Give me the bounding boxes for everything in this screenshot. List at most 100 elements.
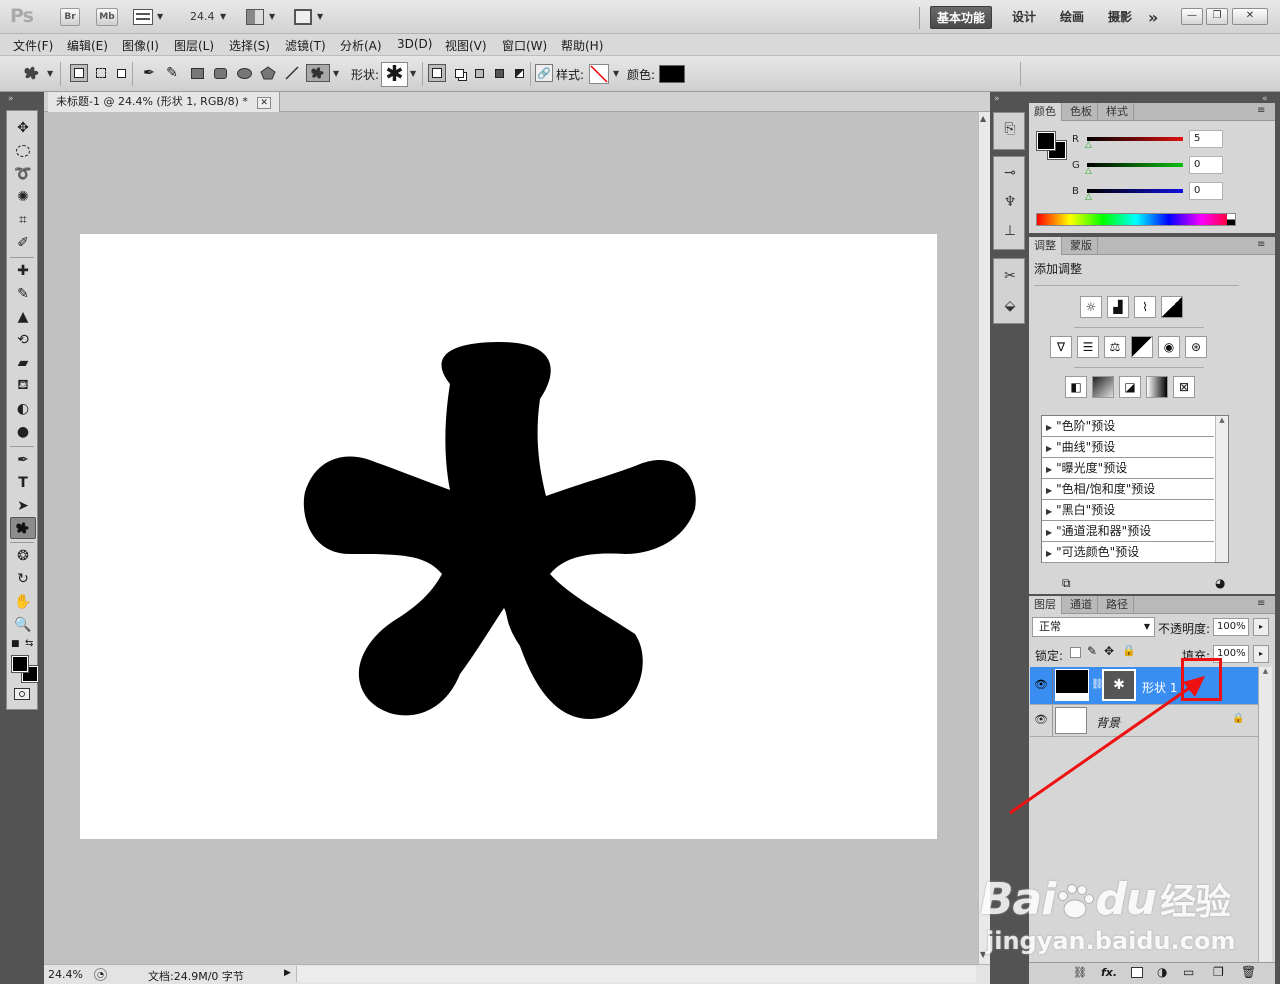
clip-to-layer-icon[interactable]: ⧉ (1062, 576, 1071, 591)
curves-icon[interactable]: ⌇ (1134, 296, 1156, 318)
healing-brush-icon[interactable]: ✚ (10, 260, 36, 282)
tab-channels[interactable]: 通道 (1065, 596, 1098, 614)
screen-mode-icon[interactable] (294, 9, 312, 25)
style-picker[interactable] (589, 64, 609, 84)
more-workspaces-icon[interactable]: » (1142, 6, 1164, 29)
rectangle-tool-icon[interactable] (188, 64, 206, 82)
vertical-scrollbar[interactable]: ▲ ▼ (978, 112, 990, 964)
slider-handle-icon[interactable]: △ (1085, 140, 1092, 150)
menu-select[interactable]: 选择(S) (229, 37, 270, 54)
workspace-essentials[interactable]: 基本功能 (930, 6, 993, 29)
list-item[interactable]: ▶ "曲线"预设 (1042, 437, 1214, 458)
gradient-map-icon[interactable] (1146, 376, 1168, 398)
add-mask-icon[interactable] (1131, 967, 1143, 978)
marquee-tool-icon[interactable] (10, 140, 36, 162)
opacity-input[interactable]: 100% (1213, 618, 1249, 636)
fx-icon[interactable]: fx. (1101, 966, 1117, 979)
arrange-documents-icon[interactable] (246, 9, 264, 25)
brush-tool-icon[interactable]: ✎ (10, 283, 36, 305)
menu-view[interactable]: 视图(V) (445, 37, 487, 54)
tab-color[interactable]: 颜色 (1029, 103, 1062, 121)
slider-handle-icon[interactable]: △ (1085, 166, 1092, 176)
scroll-up-icon[interactable]: ▲ (980, 114, 986, 123)
ellipse-tool-icon[interactable] (235, 64, 253, 82)
expand-icon[interactable]: » (994, 94, 1000, 104)
channel-g-slider[interactable] (1087, 163, 1183, 167)
path-selection-icon[interactable]: ➤ (10, 495, 36, 517)
expand-triangle-icon[interactable]: ▶ (1046, 423, 1052, 432)
lock-image-icon[interactable]: ✎ (1087, 644, 1097, 658)
custom-shape-tool-icon[interactable] (10, 517, 36, 539)
expand-triangle-icon[interactable]: ▶ (1046, 486, 1052, 495)
list-item[interactable]: ▶ "色阶"预设 (1042, 416, 1214, 437)
black-white-icon[interactable] (1131, 336, 1153, 358)
vibrance-icon[interactable]: ∇ (1050, 336, 1072, 358)
levels-icon[interactable]: ▟ (1107, 296, 1129, 318)
history-panel-icon[interactable]: ⎘ (999, 118, 1021, 140)
link-layers-icon[interactable]: ⛓ (1073, 966, 1087, 979)
shape-picker[interactable]: ✱ (381, 62, 408, 87)
mini-bridge-button[interactable]: Mb (96, 8, 118, 26)
expand-triangle-icon[interactable]: ▶ (1046, 549, 1052, 558)
fill-slider-icon[interactable]: ▸ (1253, 645, 1269, 663)
panel-menu-icon[interactable]: ≡ (1257, 239, 1265, 250)
stamp-icon[interactable]: ⊥ (999, 220, 1021, 242)
fill-pixels-icon[interactable] (112, 64, 130, 82)
menu-layer[interactable]: 图层(L) (174, 37, 214, 54)
custom-shape-tool-icon[interactable] (20, 64, 44, 82)
quick-selection-icon[interactable]: ✺ (10, 186, 36, 208)
list-item[interactable]: ▶ "黑白"预设 (1042, 500, 1214, 521)
color-spectrum-ramp[interactable] (1036, 213, 1236, 226)
3d-rotate-icon[interactable]: ❂ (10, 545, 36, 567)
3d-panel-icon[interactable]: ⬙ (999, 295, 1021, 317)
selective-color-icon[interactable]: ⊠ (1173, 376, 1195, 398)
layers-scrollbar[interactable]: ▲ (1258, 667, 1272, 962)
invert-icon[interactable]: ◧ (1065, 376, 1087, 398)
menu-analysis[interactable]: 分析(A) (340, 37, 382, 54)
view-previous-icon[interactable]: ◕ (1215, 576, 1225, 590)
document-tab[interactable]: 未标题-1 @ 24.4% (形状 1, RGB/8) * ✕ (48, 92, 280, 112)
line-tool-icon[interactable] (283, 64, 301, 82)
status-info-icon[interactable]: ◔ (94, 968, 107, 981)
channel-b-input[interactable]: 0 (1189, 182, 1223, 200)
menu-edit[interactable]: 编辑(E) (67, 37, 108, 54)
workspace-photography[interactable]: 摄影 (1102, 6, 1138, 29)
tab-paths[interactable]: 路径 (1101, 596, 1134, 614)
lock-all-icon[interactable]: 🔒 (1122, 644, 1136, 657)
move-tool-icon[interactable]: ✥ (10, 117, 36, 139)
bridge-button[interactable]: Br (60, 8, 80, 26)
expand-triangle-icon[interactable]: ▶ (1046, 444, 1052, 453)
zoom-level[interactable]: 24.4 (190, 10, 215, 23)
close-icon[interactable]: ✕ (1232, 8, 1268, 25)
exposure-icon[interactable] (1161, 296, 1183, 318)
delete-layer-icon[interactable]: 🗑 (1241, 965, 1256, 979)
chevron-down-icon[interactable]: ▼ (317, 12, 323, 21)
blur-tool-icon[interactable]: ◐ (10, 398, 36, 420)
brightness-contrast-icon[interactable]: ☼ (1080, 296, 1102, 318)
paths-icon[interactable] (92, 64, 110, 82)
list-item[interactable]: ▶ "曝光度"预设 (1042, 458, 1214, 479)
tab-styles[interactable]: 样式 (1101, 103, 1134, 121)
custom-shape-selected-icon[interactable] (306, 64, 330, 82)
chevron-down-icon[interactable]: ▼ (47, 69, 53, 78)
tab-masks[interactable]: 蒙版 (1065, 237, 1098, 255)
status-menu-icon[interactable]: ▶ (284, 968, 291, 978)
chevron-down-icon[interactable]: ▼ (333, 69, 339, 78)
status-zoom[interactable]: 24.4% (48, 968, 83, 981)
tab-layers[interactable]: 图层 (1029, 596, 1062, 614)
type-tool-icon[interactable]: T (10, 472, 36, 494)
menu-image[interactable]: 图像(I) (122, 37, 159, 54)
quick-mask-icon[interactable] (14, 688, 30, 700)
threshold-icon[interactable]: ◪ (1119, 376, 1141, 398)
channel-b-slider[interactable] (1087, 189, 1183, 193)
color-balance-icon[interactable]: ⚖ (1104, 336, 1126, 358)
brush-presets-icon[interactable]: ⊸ (999, 162, 1021, 184)
eyedropper-icon[interactable]: ✐ (10, 232, 36, 254)
menu-help[interactable]: 帮助(H) (561, 37, 603, 54)
zoom-tool-icon[interactable]: 🔍 (10, 614, 36, 636)
expand-icon[interactable]: » (8, 94, 14, 104)
3d-orbit-icon[interactable]: ↻ (10, 568, 36, 590)
menu-file[interactable]: 文件(F) (13, 37, 53, 54)
restore-icon[interactable]: ❐ (1206, 8, 1228, 25)
dodge-tool-icon[interactable]: ● (10, 421, 36, 443)
